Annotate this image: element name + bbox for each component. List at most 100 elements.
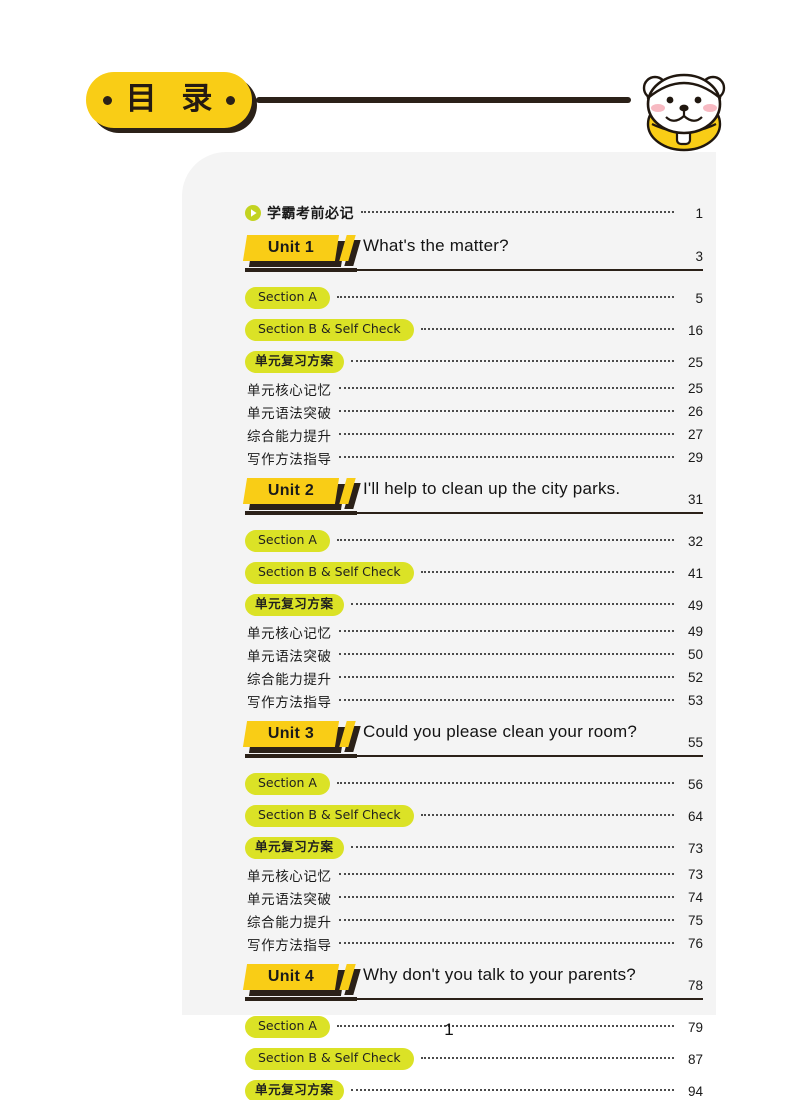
toc-row-page: 52 bbox=[687, 670, 703, 685]
leader-dots bbox=[420, 571, 674, 573]
toc-content-sheet: 学霸考前必记 1 Unit 1 What's the matter? 3 Section … bbox=[182, 152, 716, 1100]
toc-row-page: 94 bbox=[687, 1083, 703, 1099]
unit-title: I'll help to clean up the city parks. bbox=[363, 479, 621, 498]
toc-row-label: Section B & Self Check bbox=[245, 562, 414, 584]
toc-row-label-wrap: 单元复习方案 bbox=[245, 351, 344, 373]
toc-row[interactable]: 单元语法突破 50 bbox=[245, 643, 703, 666]
leader-dots bbox=[420, 1057, 674, 1059]
toc-row-label-wrap: Section B & Self Check bbox=[245, 1048, 414, 1070]
unit-badge: Unit 2 bbox=[242, 478, 340, 504]
toc-row[interactable]: 综合能力提升 52 bbox=[245, 666, 703, 689]
toc-row-page: 16 bbox=[687, 322, 703, 338]
toc-row-page: 73 bbox=[687, 867, 703, 882]
toc-row-page: 76 bbox=[687, 936, 703, 951]
leader-dots bbox=[350, 603, 674, 605]
toc-row[interactable]: 单元语法突破 26 bbox=[245, 400, 703, 423]
toc-row-page: 49 bbox=[687, 624, 703, 639]
toc-row[interactable]: Section A 56 bbox=[245, 769, 703, 799]
toc-row-page: 49 bbox=[687, 597, 703, 613]
leader-dots bbox=[338, 432, 674, 435]
toc-row-label: 单元复习方案 bbox=[245, 351, 344, 373]
unit-rule-thin bbox=[357, 269, 703, 271]
unit-badge-label: Unit 2 bbox=[267, 482, 315, 499]
toc-row[interactable]: 写作方法指导 53 bbox=[245, 689, 703, 712]
toc-row[interactable]: 综合能力提升 27 bbox=[245, 423, 703, 446]
leader-dots bbox=[338, 698, 674, 701]
leader-dots bbox=[420, 814, 674, 816]
toc-row[interactable]: 写作方法指导 76 bbox=[245, 932, 703, 955]
toc-row-page: 32 bbox=[687, 533, 703, 549]
leader-dots bbox=[350, 1089, 674, 1091]
toc-row-label: 写作方法指导 bbox=[247, 937, 332, 954]
leader-dots bbox=[338, 409, 674, 412]
toc-row[interactable]: 综合能力提升 75 bbox=[245, 909, 703, 932]
leader-dots bbox=[338, 675, 674, 678]
toc-row-label: 综合能力提升 bbox=[247, 428, 332, 445]
toc-row-page: 75 bbox=[687, 913, 703, 928]
toc-row-page: 41 bbox=[687, 565, 703, 581]
leader-dots bbox=[350, 846, 674, 848]
unit-page: 78 bbox=[687, 978, 703, 993]
unit-title: Why don't you talk to your parents? bbox=[363, 965, 636, 984]
toc-row[interactable]: 单元复习方案 73 bbox=[245, 833, 703, 863]
toc-row-page: 64 bbox=[687, 808, 703, 824]
unit-badge-label: Unit 4 bbox=[267, 968, 315, 985]
leader-dots bbox=[336, 782, 674, 784]
toc-row-label: 单元核心记忆 bbox=[247, 382, 332, 399]
leader-dots bbox=[336, 539, 674, 541]
leader-dots bbox=[338, 652, 674, 655]
unit-page: 3 bbox=[695, 249, 703, 264]
unit-rule-thick bbox=[245, 268, 357, 272]
toc-row[interactable]: 单元核心记忆 25 bbox=[245, 377, 703, 400]
toc-row-page: 87 bbox=[687, 1051, 703, 1067]
toc-row[interactable]: Section A 5 bbox=[245, 283, 703, 313]
page-title: 目 录 bbox=[125, 80, 220, 117]
toc-row-label: 综合能力提升 bbox=[247, 914, 332, 931]
toc-row-intro[interactable]: 学霸考前必记 1 bbox=[245, 200, 703, 226]
toc-row-label: 写作方法指导 bbox=[247, 694, 332, 711]
unit-badge: Unit 1 bbox=[242, 235, 340, 261]
toc-row[interactable]: 单元核心记忆 49 bbox=[245, 620, 703, 643]
toc-row[interactable]: Section B & Self Check 16 bbox=[245, 315, 703, 345]
toc-unit-header[interactable]: Unit 2 I'll help to clean up the city par… bbox=[242, 478, 703, 524]
toc-row[interactable]: Section B & Self Check 87 bbox=[245, 1044, 703, 1074]
toc-row-label: 单元复习方案 bbox=[245, 837, 344, 859]
unit-title: Could you please clean your room? bbox=[363, 722, 638, 741]
bear-mascot-icon bbox=[642, 73, 726, 152]
toc-row[interactable]: Section A 32 bbox=[245, 526, 703, 556]
toc-row[interactable]: 写作方法指导 29 bbox=[245, 446, 703, 469]
toc-page: 目 录 学霸考前必记 1 Unit 1 What's the matter? 3… bbox=[0, 0, 790, 1100]
toc-row-page: 50 bbox=[687, 647, 703, 662]
unit-badge: Unit 4 bbox=[242, 964, 340, 990]
toc-row-label-wrap: 单元复习方案 bbox=[245, 837, 344, 859]
dot-icon-left bbox=[102, 95, 112, 105]
unit-badge-label: Unit 3 bbox=[267, 725, 315, 742]
toc-title-badge-face: 目 录 bbox=[86, 72, 252, 128]
unit-badge: Unit 3 bbox=[242, 721, 340, 747]
toc-row[interactable]: Section B & Self Check 41 bbox=[245, 558, 703, 588]
toc-row[interactable]: 单元复习方案 49 bbox=[245, 590, 703, 620]
toc-unit-header[interactable]: Unit 4 Why don't you talk to your parents… bbox=[242, 964, 703, 1010]
toc-row-page: 25 bbox=[687, 381, 703, 396]
toc-row[interactable]: 单元复习方案 25 bbox=[245, 347, 703, 377]
toc-row[interactable]: 单元语法突破 74 bbox=[245, 886, 703, 909]
page-header: 目 录 bbox=[0, 0, 790, 160]
play-circle-icon bbox=[245, 205, 261, 221]
toc-row[interactable]: 单元复习方案 94 bbox=[245, 1076, 703, 1100]
toc-row-page: 56 bbox=[687, 776, 703, 792]
toc-row-page: 74 bbox=[687, 890, 703, 905]
toc-row[interactable]: 单元核心记忆 73 bbox=[245, 863, 703, 886]
toc-unit-header[interactable]: Unit 3 Could you please clean your room? 5… bbox=[242, 721, 703, 767]
toc-row-label: 单元语法突破 bbox=[247, 648, 332, 665]
toc-unit-header[interactable]: Unit 1 What's the matter? 3 bbox=[242, 235, 703, 281]
leader-dots bbox=[338, 872, 674, 875]
leader-dots bbox=[336, 296, 674, 298]
toc-row-label: 单元复习方案 bbox=[245, 1080, 344, 1100]
toc-row[interactable]: Section B & Self Check 64 bbox=[245, 801, 703, 831]
toc-row-label-wrap: Section A bbox=[245, 287, 330, 309]
toc-row-page: 27 bbox=[687, 427, 703, 442]
toc-row-page: 26 bbox=[687, 404, 703, 419]
toc-row-label: 单元语法突破 bbox=[247, 405, 332, 422]
toc-row-label: 单元核心记忆 bbox=[247, 625, 332, 642]
toc-row-label: 单元语法突破 bbox=[247, 891, 332, 908]
